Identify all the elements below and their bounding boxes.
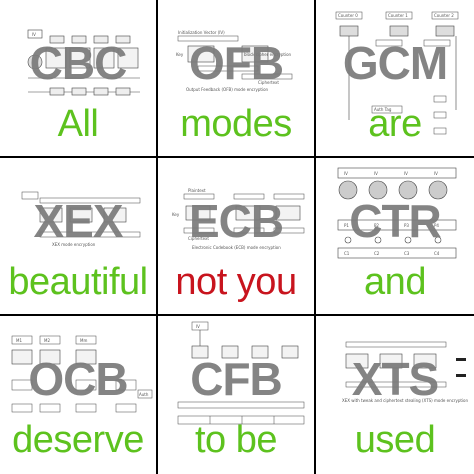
meme-grid: IV CBC All Initialization Vector (IV) bl… <box>0 0 474 474</box>
ctr-c4: C4 <box>434 251 440 256</box>
mode-label-cfb: CFB <box>190 353 283 405</box>
tile-gcm: Counter 0 Counter 1 Counter 2 Auth Tag G… <box>316 0 474 158</box>
caption-word-to-be: to be <box>194 419 278 461</box>
caption-word-are: are <box>368 103 422 145</box>
tile-xts: XEX with tweak and ciphertext stealing (… <box>316 316 474 474</box>
ctr-c3: C3 <box>404 251 410 256</box>
ocb-mm: Mm <box>80 338 87 343</box>
cfb-iv-label: IV <box>196 324 200 329</box>
ctr-iv-label-2: IV <box>374 171 378 176</box>
tile-xex: XEX mode encryption XEX beautiful <box>0 158 158 316</box>
mode-label-ocb: OCB <box>28 353 128 405</box>
caption-word-deserve: deserve <box>12 419 144 461</box>
mode-label-cbc: CBC <box>29 37 128 89</box>
ocb-m2: M2 <box>44 338 50 343</box>
caption-word-all: All <box>57 103 99 145</box>
gcm-counter-2: Counter 2 <box>434 13 454 18</box>
ecb-plaintext-label: Plaintext <box>188 188 206 193</box>
caption-word-beautiful: beautiful <box>8 261 148 303</box>
ctr-c1: C1 <box>344 251 350 256</box>
ctr-c2: C2 <box>374 251 380 256</box>
gcm-counter-0: Counter 0 <box>338 13 358 18</box>
ctr-iv-label-3: IV <box>404 171 408 176</box>
ocb-m1: M1 <box>16 338 22 343</box>
mode-label-xts: XTS <box>351 353 439 405</box>
tile-cbc: IV CBC All <box>0 0 158 158</box>
tile-cfb: IV CFB to be <box>158 316 316 474</box>
tile-ocb: M1 M2 Mm Auth OCB deserve <box>0 316 158 474</box>
caption-word-used: used <box>354 419 436 461</box>
caption-word-modes: modes <box>180 103 292 145</box>
mode-label-ofb: OFB <box>188 37 284 89</box>
mode-label-ctr: CTR <box>349 195 442 247</box>
caption-word-not-you: not you <box>175 261 297 303</box>
tile-ofb: Initialization Vector (IV) block cipher … <box>158 0 316 158</box>
gcm-counter-1: Counter 1 <box>388 13 408 18</box>
mode-label-ecb: ECB <box>188 195 284 247</box>
tile-ecb: Plaintext Key Ciphertext Electronic Code… <box>158 158 316 316</box>
ctr-iv-label-1: IV <box>344 171 348 176</box>
caption-word-and: and <box>364 261 426 303</box>
cbc-ciphertext-row <box>49 87 131 96</box>
ctr-iv-label-4: IV <box>434 171 438 176</box>
tile-ctr: IV IV IV IV P1 P2 P3 P4 C1 C2 C3 C4 CTR … <box>316 158 474 316</box>
mode-label-xex: XEX <box>33 195 123 247</box>
mode-label-gcm: GCM <box>342 37 448 89</box>
ofb-iv-label: Initialization Vector (IV) <box>178 30 225 35</box>
